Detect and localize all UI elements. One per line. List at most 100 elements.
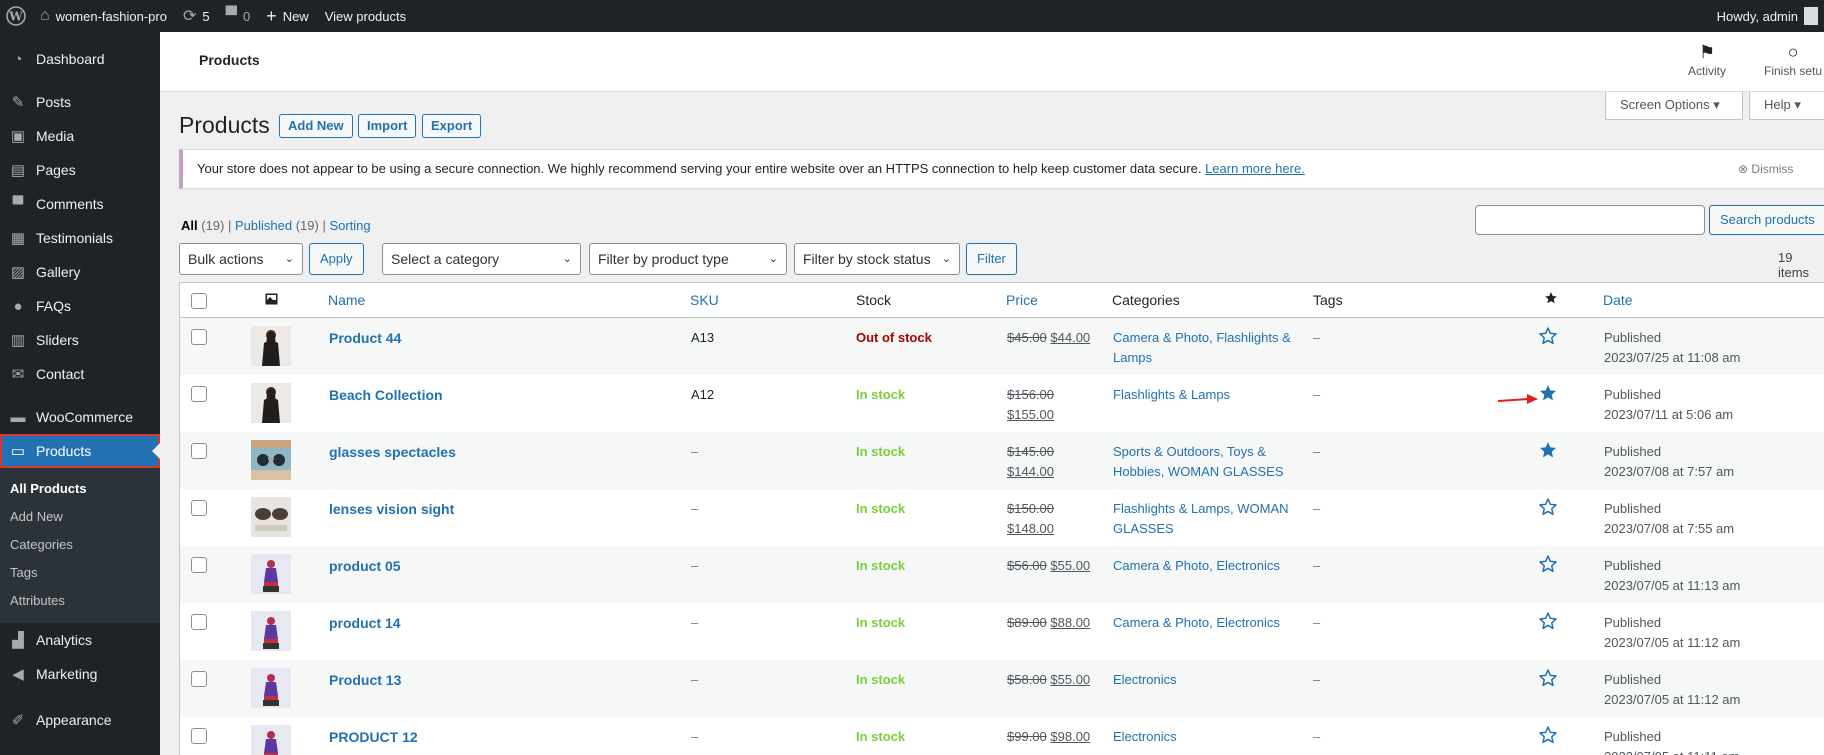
export-button[interactable]: Export: [422, 114, 482, 138]
sidebar-item-faqs[interactable]: ● FAQs: [0, 289, 160, 323]
view-all[interactable]: All: [181, 218, 198, 233]
filter-button[interactable]: Filter: [966, 243, 1017, 275]
chevron-down-icon: ⌄: [562, 253, 572, 265]
sku-column-header[interactable]: SKU: [690, 292, 719, 308]
sidebar-item-woocommerce[interactable]: ▬ WooCommerce: [0, 400, 160, 434]
apply-button[interactable]: Apply: [309, 243, 364, 275]
updates-link[interactable]: ⟳ 5: [175, 0, 218, 32]
row-checkbox[interactable]: [191, 671, 207, 687]
sidebar-item-products[interactable]: ▭ Products: [0, 434, 160, 468]
category-link[interactable]: Electronics: [1113, 672, 1177, 687]
row-checkbox[interactable]: [191, 329, 207, 345]
product-thumbnail[interactable]: [251, 440, 291, 480]
row-checkbox[interactable]: [191, 443, 207, 459]
sidebar-item-pages[interactable]: ▤ Pages: [0, 153, 160, 187]
add-new-button[interactable]: Add New: [279, 114, 353, 138]
comments-link[interactable]: ▀ 0: [218, 0, 259, 32]
product-name-link[interactable]: Product 44: [329, 328, 401, 348]
product-thumbnail[interactable]: [251, 611, 291, 651]
category-link[interactable]: Hobbies, WOMAN GLASSES: [1113, 464, 1284, 479]
star-outline-icon[interactable]: [1538, 725, 1560, 747]
new-content-link[interactable]: + New: [258, 0, 317, 32]
sidebar-item-appearance[interactable]: ✐ Appearance: [0, 703, 160, 737]
product-name-link[interactable]: product 14: [329, 613, 401, 633]
product-thumbnail[interactable]: [251, 725, 291, 755]
regular-price: $150.00: [1007, 501, 1054, 516]
product-name-link[interactable]: Beach Collection: [329, 385, 443, 405]
product-thumbnail[interactable]: [251, 383, 291, 423]
sidebar-item-posts[interactable]: ✎ Posts: [0, 85, 160, 119]
search-input[interactable]: [1475, 205, 1705, 235]
date-column-header[interactable]: Date: [1603, 292, 1633, 308]
category-link[interactable]: Camera & Photo, Flashlights &: [1113, 330, 1291, 345]
screen-options-button[interactable]: Screen Options ▾: [1605, 92, 1743, 120]
name-column-header[interactable]: Name: [328, 292, 365, 308]
category-link[interactable]: Lamps: [1113, 350, 1152, 365]
sidebar-item-contact[interactable]: ✉ Contact: [0, 357, 160, 391]
view-products-link[interactable]: View products: [317, 0, 414, 32]
row-checkbox[interactable]: [191, 728, 207, 744]
star-filled-icon[interactable]: [1538, 383, 1560, 405]
bulk-actions-select[interactable]: Bulk actions ⌄: [179, 243, 303, 275]
product-thumbnail[interactable]: [251, 554, 291, 594]
category-link[interactable]: Sports & Outdoors, Toys &: [1113, 444, 1266, 459]
dismiss-button[interactable]: ⊗ Dismiss: [1738, 162, 1793, 176]
help-button[interactable]: Help ▾: [1749, 92, 1824, 120]
product-name-link[interactable]: PRODUCT 12: [329, 727, 418, 747]
view-published[interactable]: Published: [235, 218, 292, 233]
stock-status-select[interactable]: Filter by stock status ⌄: [794, 243, 960, 275]
submenu-categories[interactable]: Categories: [0, 531, 160, 559]
star-outline-icon[interactable]: [1538, 326, 1560, 348]
star-outline-icon[interactable]: [1538, 668, 1560, 690]
featured-column-star-icon[interactable]: [1544, 291, 1558, 308]
category-select[interactable]: Select a category ⌄: [382, 243, 581, 275]
submenu-attributes[interactable]: Attributes: [0, 587, 160, 615]
category-link[interactable]: GLASSES: [1113, 521, 1174, 536]
publish-status: Published: [1604, 501, 1662, 516]
product-name-link[interactable]: product 05: [329, 556, 401, 576]
circle-icon: ○: [1787, 42, 1799, 62]
star-outline-icon[interactable]: [1538, 611, 1560, 633]
learn-more-link[interactable]: Learn more here.: [1205, 161, 1305, 176]
select-all-checkbox[interactable]: [191, 293, 207, 309]
product-type-select[interactable]: Filter by product type ⌄: [589, 243, 787, 275]
star-outline-icon[interactable]: [1538, 497, 1560, 519]
star-filled-icon[interactable]: [1538, 440, 1560, 462]
import-button[interactable]: Import: [358, 114, 417, 138]
finish-setup-button[interactable]: ○ Finish setu: [1764, 42, 1822, 78]
product-name-link[interactable]: Product 13: [329, 670, 401, 690]
wordpress-logo-icon[interactable]: W: [0, 0, 32, 32]
sidebar-item-testimonials[interactable]: ▦ Testimonials: [0, 221, 160, 255]
activity-button[interactable]: ⚑ Activity: [1688, 42, 1726, 78]
sidebar-item-marketing[interactable]: ◀ Marketing: [0, 657, 160, 691]
sidebar-item-analytics[interactable]: ▟ Analytics: [0, 623, 160, 657]
category-link[interactable]: Flashlights & Lamps: [1113, 387, 1230, 402]
view-sorting[interactable]: Sorting: [329, 218, 370, 233]
row-checkbox[interactable]: [191, 386, 207, 402]
sidebar-item-sliders[interactable]: ▥ Sliders: [0, 323, 160, 357]
site-name-link[interactable]: ⌂ women-fashion-pro: [32, 0, 175, 32]
sidebar-item-dashboard[interactable]: ◔ Dashboard: [0, 42, 160, 76]
submenu-all-products[interactable]: All Products: [0, 475, 160, 503]
product-thumbnail[interactable]: [251, 668, 291, 708]
sidebar-item-media[interactable]: ▣ Media: [0, 119, 160, 153]
row-checkbox[interactable]: [191, 500, 207, 516]
submenu-tags[interactable]: Tags: [0, 559, 160, 587]
star-outline-icon[interactable]: [1538, 554, 1560, 576]
product-name-link[interactable]: lenses vision sight: [329, 499, 454, 519]
row-checkbox[interactable]: [191, 557, 207, 573]
product-name-link[interactable]: glasses spectacles: [329, 442, 456, 462]
submenu-add-new[interactable]: Add New: [0, 503, 160, 531]
product-thumbnail[interactable]: [251, 497, 291, 537]
category-link[interactable]: Flashlights & Lamps, WOMAN: [1113, 501, 1289, 516]
sidebar-item-gallery[interactable]: ▨ Gallery: [0, 255, 160, 289]
product-thumbnail[interactable]: [251, 326, 291, 366]
my-account-link[interactable]: Howdy, admin: [1709, 0, 1824, 32]
category-link[interactable]: Electronics: [1113, 729, 1177, 744]
price-column-header[interactable]: Price: [1006, 292, 1038, 308]
category-link[interactable]: Camera & Photo, Electronics: [1113, 615, 1280, 630]
sidebar-item-comments[interactable]: ▀ Comments: [0, 187, 160, 221]
search-products-button[interactable]: Search products: [1709, 205, 1824, 235]
row-checkbox[interactable]: [191, 614, 207, 630]
category-link[interactable]: Camera & Photo, Electronics: [1113, 558, 1280, 573]
